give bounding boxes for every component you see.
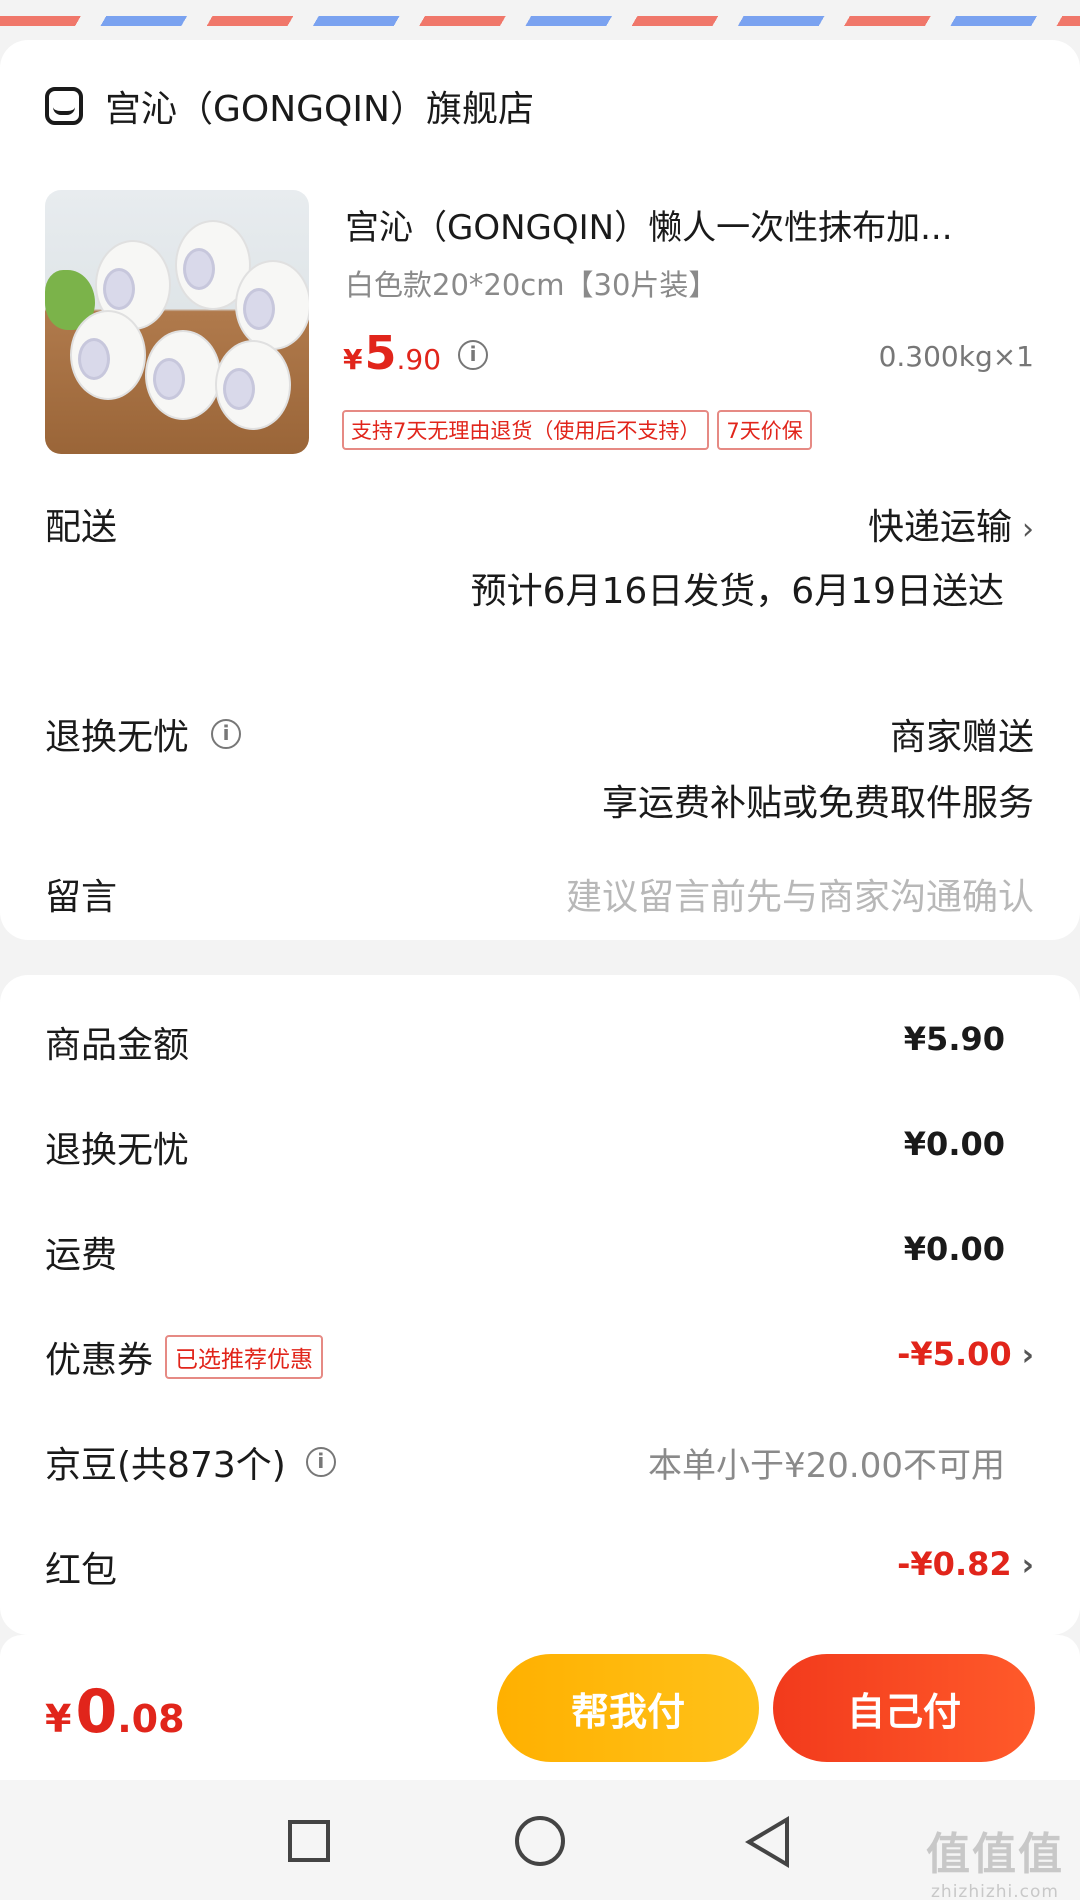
redpacket-label: 红包 [45,1550,118,1591]
product-title[interactable]: 宫沁（GONGQIN）懒人一次性抹布加... [345,200,1035,249]
product-price: ¥ 5 .90 [343,326,442,380]
goods-amount-value: ¥5.90 [903,1020,1005,1058]
coupon-value[interactable]: -¥5.00 › [897,1335,1034,1373]
shipping-label: 运费 [45,1235,118,1276]
help-pay-button[interactable]: 帮我付 [497,1654,759,1762]
return-policy-tag: 支持7天无理由退货（使用后不支持） [342,410,710,450]
delivery-estimate: 预计6月16日发货，6月19日送达 [470,571,1004,612]
product-spec: 白色款20*20cm【30片装】 [345,268,718,302]
goods-amount-label: 商品金额 [45,1025,190,1066]
coupon-row-label: 优惠券 已选推荐优惠 [45,1331,324,1383]
beans-info-icon[interactable]: i [305,1447,336,1477]
shop-header[interactable]: 宫沁（GONGQIN）旗舰店 [45,80,534,132]
chevron-right-icon: › [1021,1338,1034,1373]
redpacket-value[interactable]: -¥0.82 › [897,1545,1034,1583]
self-pay-button[interactable]: 自己付 [773,1654,1035,1762]
watermark-logo: 值值值 zhizhizhi.com [926,1829,1064,1900]
shop-icon [45,87,83,125]
back-icon[interactable] [745,1816,789,1868]
return-info-icon[interactable]: i [211,719,242,749]
airmail-stripe [0,0,1080,28]
return-service-desc: 享运费补贴或免费取件服务 [601,783,1034,824]
return-fee-label: 退换无忧 [45,1130,190,1171]
summary-card [0,975,1080,1635]
product-image[interactable] [45,190,309,454]
shop-name: 宫沁（GONGQIN）旗舰店 [105,89,534,130]
system-nav-bar: 值值值 zhizhizhi.com [0,1780,1080,1900]
coupon-selected-tag: 已选推荐优惠 [165,1335,324,1379]
beans-row-label: 京豆(共873个) i [45,1436,336,1488]
product-weight: 0.300kg×1 [878,340,1034,373]
home-icon[interactable] [515,1816,565,1866]
return-service-value: 商家赠送 [889,717,1034,758]
product-tags: 支持7天无理由退货（使用后不支持） 7天价保 [342,410,812,450]
shipping-value: ¥0.00 [903,1230,1005,1268]
return-service-label-row: 退换无忧 i [45,708,242,760]
message-input[interactable]: 建议留言前先与商家沟通确认 [566,868,1034,920]
price-info-icon[interactable]: i [458,340,488,370]
delivery-method[interactable]: 快递运输 › [868,498,1034,550]
beans-value: 本单小于¥20.00不可用 [648,1446,1005,1486]
chevron-right-icon: › [1022,512,1034,547]
chevron-right-icon: › [1021,1548,1034,1583]
price-protect-tag: 7天价保 [717,410,812,450]
delivery-label: 配送 [45,507,118,548]
checkout-bar: ¥ 0 .08 帮我付 自己付 [0,1635,1080,1780]
message-label: 留言 [45,877,118,918]
total-price: ¥ 0 .08 [45,1677,185,1747]
recent-apps-icon[interactable] [288,1820,330,1862]
return-fee-value: ¥0.00 [903,1125,1005,1163]
